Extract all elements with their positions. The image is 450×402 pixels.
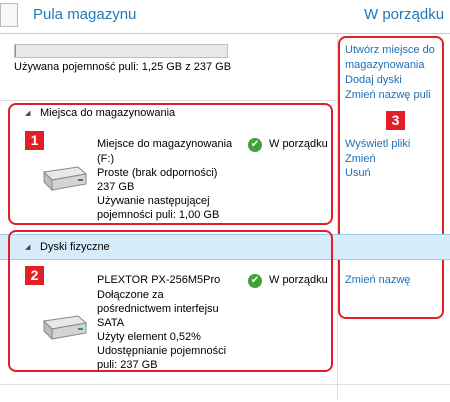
checkmark-icon: ✔ (248, 274, 262, 288)
pool-title: Pula magazynu (33, 6, 137, 23)
capacity-bar (14, 44, 228, 58)
space-line-5: Używanie następującej (97, 195, 210, 207)
annotation-badge-3: 3 (386, 111, 405, 130)
space-line-1: Miejsce do magazynowania (97, 138, 233, 150)
space-line-2: (F:) (97, 153, 115, 165)
disk-line-3: pośrednictwem interfejsu (97, 303, 219, 315)
pool-status: W porządku (364, 6, 445, 23)
drive-icon (42, 315, 88, 341)
space-status: W porządku (269, 138, 328, 150)
disk-line-7: puli: 237 GB (97, 359, 158, 371)
section-divider-1 (0, 100, 337, 101)
disk-line-1: PLEXTOR PX-256M5Pro (97, 274, 221, 286)
delete-link[interactable]: Usuń (345, 167, 371, 180)
rename-disk-link[interactable]: Zmień nazwę (345, 274, 410, 287)
change-link[interactable]: Zmień (345, 153, 376, 166)
space-line-4: 237 GB (97, 181, 135, 193)
annotation-badge-1: 1 (25, 131, 44, 150)
view-files-link[interactable]: Wyświetl pliki (345, 138, 410, 151)
capacity-bar-fill (15, 45, 17, 57)
annotation-badge-2: 2 (25, 266, 44, 285)
disk-line-4: SATA (97, 317, 125, 329)
drive-icon (42, 166, 88, 192)
disk-line-2: Dołączone za (97, 289, 164, 301)
checkmark-icon: ✔ (248, 138, 262, 152)
capacity-text: Używana pojemność puli: 1,25 GB z 237 GB (14, 61, 232, 73)
space-line-3: Proste (brak odporności) (97, 167, 218, 179)
bottom-divider (0, 384, 450, 385)
disk-status: W porządku (269, 274, 328, 286)
disk-line-5: Użyty element 0,52% (97, 331, 201, 343)
space-line-6: pojemności puli: 1,00 GB (97, 209, 220, 221)
disk-line-6: Udostępnianie pojemności (97, 345, 227, 357)
page-icon (0, 3, 18, 27)
